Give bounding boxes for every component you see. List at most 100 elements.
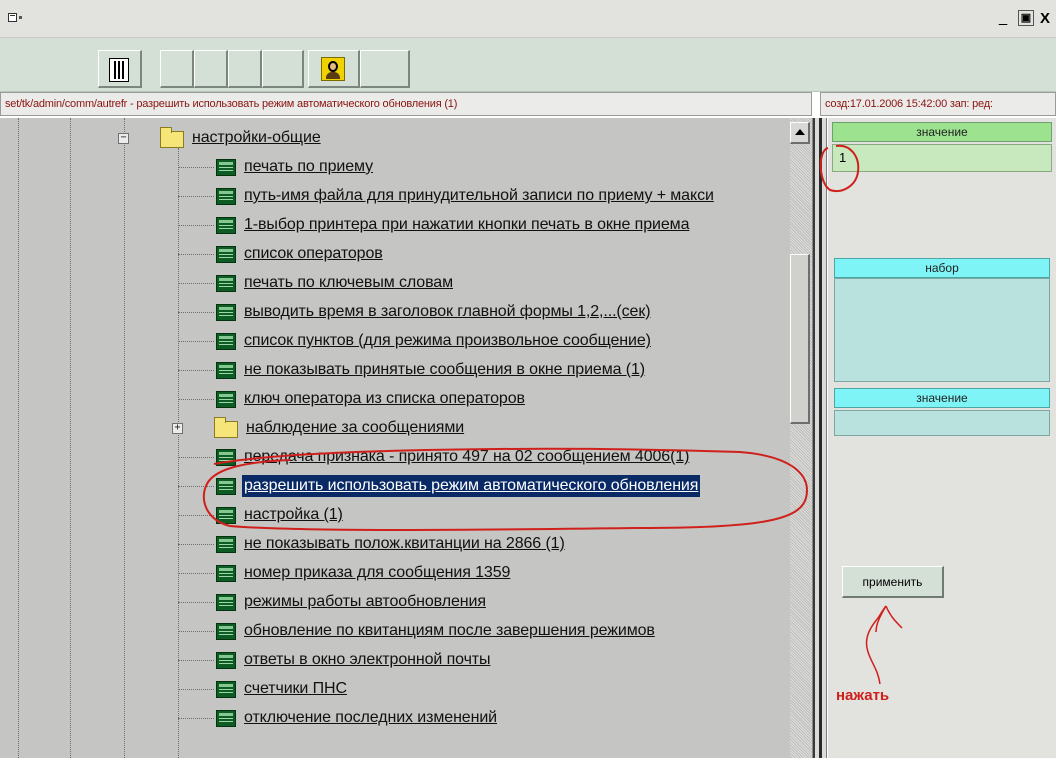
- tree-item[interactable]: не показывать принятые сообщения в окне …: [0, 356, 790, 385]
- apply-button[interactable]: применить: [842, 566, 944, 598]
- tree-item-label: печать по приему: [244, 158, 374, 175]
- scroll-thumb[interactable]: [790, 254, 810, 424]
- value2-header: значение: [834, 388, 1050, 408]
- scroll-up-button[interactable]: [790, 122, 810, 144]
- setting-icon: [216, 478, 236, 495]
- info-bar: созд:17.01.2006 15:42:00 зап: ред:: [820, 92, 1056, 116]
- tree-connector: [178, 370, 214, 371]
- tree-item-label: не показывать принятые сообщения в окне …: [244, 361, 646, 378]
- setting-icon: [216, 246, 236, 263]
- tree-item[interactable]: ответы в окно электронной почты: [0, 646, 790, 675]
- tree-item[interactable]: настройка (1): [0, 501, 790, 530]
- tree-connector: [178, 225, 214, 226]
- tree-item-label: 1-выбор принтера при нажатии кнопки печа…: [244, 216, 690, 233]
- tree-connector: [178, 283, 214, 284]
- toolbar-user-button[interactable]: [308, 50, 360, 88]
- tree-item-label: путь-имя файла для принудительной записи…: [244, 187, 714, 204]
- setting-icon: [216, 217, 236, 234]
- tree-item[interactable]: список операторов: [0, 240, 790, 269]
- toolbar-button-7[interactable]: [360, 50, 410, 88]
- tree-expander[interactable]: +: [172, 423, 183, 434]
- tree-connector: [178, 718, 214, 719]
- panel-icon: [109, 58, 129, 82]
- tree-item[interactable]: выводить время в заголовок главной формы…: [0, 298, 790, 327]
- maximize-button[interactable]: ▣: [1018, 10, 1034, 26]
- toolbar-button-4[interactable]: [228, 50, 262, 88]
- tree-item[interactable]: ключ оператора из списка операторов: [0, 385, 790, 414]
- tree-connector: [178, 486, 214, 487]
- setting-icon: [216, 449, 236, 466]
- app-icon[interactable]: [8, 12, 22, 24]
- tree-connector: [178, 341, 214, 342]
- tree-connector: [178, 544, 214, 545]
- tree-connector: [178, 631, 214, 632]
- tree-item[interactable]: печать по ключевым словам: [0, 269, 790, 298]
- tree-item-selected[interactable]: разрешить использовать режим автоматичес…: [0, 472, 790, 501]
- tree-item-label: ответы в окно электронной почты: [244, 651, 491, 668]
- tree-item-label: режимы работы автообновления: [244, 593, 486, 610]
- tree-folder-message-monitoring[interactable]: + наблюдение за сообщениями: [0, 414, 790, 443]
- tree-item-label: счетчики ПНС: [244, 680, 347, 697]
- toolbar-button-5[interactable]: [262, 50, 304, 88]
- settings-tree[interactable]: − настройки-общие печать по приему путь-имя…: [0, 118, 813, 758]
- setting-icon: [216, 507, 236, 524]
- close-button[interactable]: X: [1036, 10, 1054, 28]
- value-field[interactable]: 1: [832, 144, 1052, 172]
- tree-connector: [178, 602, 214, 603]
- tree-item[interactable]: номер приказа для сообщения 1359: [0, 559, 790, 588]
- path-bar: set/tk/admin/comm/autrefr - разрешить ис…: [0, 92, 812, 116]
- tree-item[interactable]: список пунктов (для режима произвольное …: [0, 327, 790, 356]
- value-header: значение: [832, 122, 1052, 142]
- tree-item[interactable]: передача признака - принято 497 на 02 со…: [0, 443, 790, 472]
- tree-item[interactable]: 1-выбор принтера при нажатии кнопки печа…: [0, 211, 790, 240]
- tree-connector: [178, 660, 214, 661]
- tree-item[interactable]: обновление по квитанциям после завершени…: [0, 617, 790, 646]
- tree-item-label: не показывать полож.квитанции на 2866 (1…: [244, 535, 565, 552]
- setting-icon: [216, 536, 236, 553]
- value2-field[interactable]: [834, 410, 1050, 436]
- tree-expander[interactable]: −: [118, 133, 129, 144]
- tree-item-label: список пунктов (для режима произвольное …: [244, 332, 651, 349]
- tree-item-label: обновление по квитанциям после завершени…: [244, 622, 655, 639]
- toolbar: [0, 38, 1056, 92]
- tree-connector: [178, 254, 214, 255]
- set-header: набор: [834, 258, 1050, 278]
- folder-label: настройки-общие: [192, 129, 321, 146]
- setting-icon: [216, 362, 236, 379]
- tree-item[interactable]: отключение последних изменений: [0, 704, 790, 733]
- toolbar-button-3[interactable]: [194, 50, 228, 88]
- annotation-press-label: нажать: [836, 687, 890, 704]
- tree-connector: [178, 689, 214, 690]
- folder-label: наблюдение за сообщениями: [246, 419, 465, 436]
- user-icon: [321, 57, 345, 81]
- setting-icon: [216, 565, 236, 582]
- tree-item-label: передача признака - принято 497 на 02 со…: [244, 448, 690, 465]
- toolbar-button-2[interactable]: [160, 50, 194, 88]
- tree-connector: [178, 515, 214, 516]
- setting-icon: [216, 594, 236, 611]
- tree-item-label: список операторов: [244, 245, 383, 262]
- minimize-button[interactable]: _: [994, 10, 1012, 28]
- tree-connector: [178, 573, 214, 574]
- setting-icon: [216, 188, 236, 205]
- tree-item[interactable]: режимы работы автообновления: [0, 588, 790, 617]
- tree-connector: [178, 196, 214, 197]
- title-bar: _ ▣ X: [0, 0, 1056, 38]
- tree-item[interactable]: путь-имя файла для принудительной записи…: [0, 182, 790, 211]
- tree-item[interactable]: не показывать полож.квитанции на 2866 (1…: [0, 530, 790, 559]
- tree-item[interactable]: печать по приему: [0, 153, 790, 182]
- tree-item-label: печать по ключевым словам: [244, 274, 454, 291]
- tree-item[interactable]: счетчики ПНС: [0, 675, 790, 704]
- tree-scrollbar[interactable]: [790, 118, 812, 758]
- tree-item-label: разрешить использовать режим автоматичес…: [242, 475, 701, 497]
- tree-item-label: выводить время в заголовок главной формы…: [244, 303, 651, 320]
- tree-item-label: номер приказа для сообщения 1359: [244, 564, 511, 581]
- tree-item-label: ключ оператора из списка операторов: [244, 390, 525, 407]
- toolbar-panel-button[interactable]: [98, 50, 142, 88]
- tree-connector: [178, 399, 214, 400]
- tree-folder-settings-general[interactable]: − настройки-общие: [0, 124, 790, 153]
- pane-splitter[interactable]: [813, 118, 827, 758]
- properties-panel: значение 1 набор значение применить: [828, 118, 1056, 758]
- tree-item-label: настройка (1): [244, 506, 343, 523]
- set-list[interactable]: [834, 278, 1050, 382]
